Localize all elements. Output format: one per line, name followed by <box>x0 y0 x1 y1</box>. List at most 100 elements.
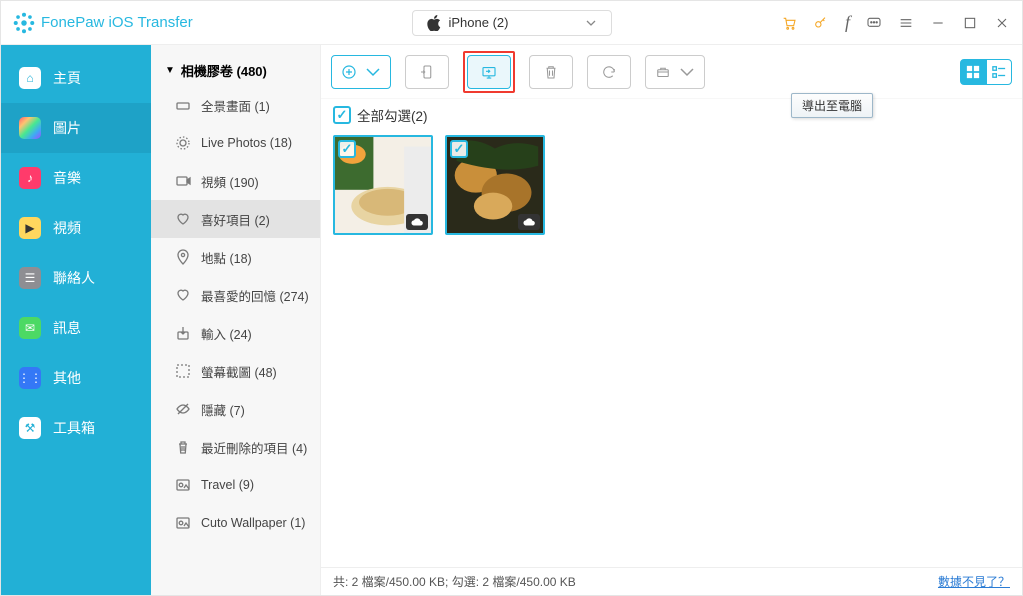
facebook-icon[interactable]: f <box>845 12 850 33</box>
list-view-button[interactable] <box>986 59 1012 85</box>
screenshots-icon <box>175 363 191 379</box>
view-toggle <box>960 59 1012 85</box>
album-item-panorama[interactable]: 全景畫面 (1) <box>151 86 320 124</box>
panorama-icon <box>175 97 191 113</box>
device-selector[interactable]: iPhone (2) <box>412 10 612 36</box>
album-header-label: 相機膠卷 (480) <box>181 61 267 80</box>
close-button[interactable] <box>994 15 1010 31</box>
album-item-label: 輸入 (24) <box>201 324 252 343</box>
sidebar-item-home[interactable]: ⌂主頁 <box>1 53 151 103</box>
sidebar-item-messages[interactable]: ✉ 訊息 <box>1 303 151 353</box>
album-subpanel: ▼ 相機膠卷 (480) 全景畫面 (1) Live Photos (18) 視頻 … <box>151 45 321 595</box>
travel-icon <box>175 477 191 493</box>
app-logo: FonePaw iOS Transfer <box>13 12 193 34</box>
album-item-imports[interactable]: 輸入 (24) <box>151 314 320 352</box>
sidebar-item-label: 聯絡人 <box>53 268 95 288</box>
album-item-screenshots[interactable]: 螢幕截圖 (48) <box>151 352 320 390</box>
messages-icon: ✉ <box>19 317 41 339</box>
thumbnail-item[interactable] <box>333 135 433 235</box>
album-item-hidden[interactable]: 隱藏 (7) <box>151 390 320 428</box>
album-item-label: Cuto Wallpaper (1) <box>201 516 305 530</box>
select-all-checkbox[interactable] <box>333 106 351 124</box>
album-item-label: Travel (9) <box>201 478 254 492</box>
places-icon <box>175 249 191 265</box>
sidebar-item-other[interactable]: ⋮⋮其他 <box>1 353 151 403</box>
album-item-label: 螢幕截圖 (48) <box>201 362 277 381</box>
sidebar-item-label: 工具箱 <box>53 418 95 438</box>
sidebar-item-label: 訊息 <box>53 318 81 338</box>
video-icon: ▶ <box>19 217 41 239</box>
cart-icon[interactable] <box>781 15 797 31</box>
music-icon: ♪ <box>19 167 41 189</box>
device-name: iPhone (2) <box>449 15 509 30</box>
sidebar-item-label: 視頻 <box>53 218 81 238</box>
sidebar-item-label: 主頁 <box>53 68 81 88</box>
sidebar-item-music[interactable]: ♪ 音樂 <box>1 153 151 203</box>
album-item-travel[interactable]: Travel (9) <box>151 466 320 504</box>
album-item-label: 喜好項目 (2) <box>201 210 270 229</box>
album-item-label: 全景畫面 (1) <box>201 96 270 115</box>
chevron-down-icon <box>678 63 696 81</box>
imports-icon <box>175 325 191 341</box>
main-sidebar: ⌂主頁 圖片 ♪ 音樂 ▶ 視頻 ☰聯絡人 ✉ 訊息 ⋮⋮其他 ⚒ 工具箱 <box>1 45 151 595</box>
album-item-favorites[interactable]: 喜好項目 (2) <box>151 200 320 238</box>
album-item-label: Live Photos (18) <box>201 136 292 150</box>
title-actions: f <box>781 12 1010 33</box>
album-item-videos[interactable]: 視頻 (190) <box>151 162 320 200</box>
maximize-button[interactable] <box>962 15 978 31</box>
thumb-checkbox[interactable] <box>450 140 468 158</box>
apple-icon <box>427 15 441 31</box>
thumbnail-item[interactable] <box>445 135 545 235</box>
sidebar-item-contacts[interactable]: ☰聯絡人 <box>1 253 151 303</box>
album-item-places[interactable]: 地點 (18) <box>151 238 320 276</box>
album-item-label: 最近刪除的項目 (4) <box>201 438 307 457</box>
refresh-button[interactable] <box>587 55 631 89</box>
export-to-device-button[interactable] <box>405 55 449 89</box>
livephotos-icon <box>175 135 191 151</box>
select-all-row[interactable]: 全部勾選(2) <box>333 105 1010 125</box>
export-tooltip: 導出至電腦 <box>791 93 873 118</box>
app-title: FonePaw iOS Transfer <box>41 14 193 31</box>
hidden-icon <box>175 401 191 417</box>
status-bar: 共: 2 檔案/450.00 KB; 勾選: 2 檔案/450.00 KB 數據… <box>321 567 1022 595</box>
logo-icon <box>13 12 35 34</box>
caret-down-icon: ▼ <box>165 65 175 76</box>
chevron-down-icon <box>585 17 597 29</box>
album-item-recentlydeleted[interactable]: 最近刪除的項目 (4) <box>151 428 320 466</box>
toolbox-icon: ⚒ <box>19 417 41 439</box>
videos-icon <box>175 173 191 189</box>
add-button[interactable] <box>331 55 391 89</box>
photos-icon <box>19 117 41 139</box>
toolbar: 導出至電腦 <box>321 45 1022 99</box>
help-link[interactable]: 數據不見了？ <box>938 573 1010 590</box>
minimize-button[interactable] <box>930 15 946 31</box>
album-item-label: 隱藏 (7) <box>201 400 245 419</box>
album-item-label: 視頻 (190) <box>201 172 259 191</box>
sidebar-item-label: 圖片 <box>53 118 81 138</box>
album-item-memories[interactable]: 最喜愛的回憶 (274) <box>151 276 320 314</box>
grid-view-button[interactable] <box>960 59 986 85</box>
sidebar-item-photos[interactable]: 圖片 <box>1 103 151 153</box>
delete-button[interactable] <box>529 55 573 89</box>
toolbox-button[interactable] <box>645 55 705 89</box>
sidebar-item-video[interactable]: ▶ 視頻 <box>1 203 151 253</box>
key-icon[interactable] <box>813 15 829 31</box>
cloud-icon <box>518 214 540 230</box>
album-item-label: 最喜愛的回憶 (274) <box>201 286 309 305</box>
album-header[interactable]: ▼ 相機膠卷 (480) <box>151 55 320 86</box>
menu-icon[interactable] <box>898 15 914 31</box>
memories-icon <box>175 287 191 303</box>
cuto-icon <box>175 515 191 531</box>
thumb-checkbox[interactable] <box>338 140 356 158</box>
main-area: 導出至電腦 全部勾選(2) <box>321 45 1022 595</box>
chevron-down-icon <box>364 63 382 81</box>
feedback-icon[interactable] <box>866 15 882 31</box>
sidebar-item-toolbox[interactable]: ⚒ 工具箱 <box>1 403 151 453</box>
export-to-pc-button[interactable] <box>467 55 511 89</box>
album-item-cuto[interactable]: Cuto Wallpaper (1) <box>151 504 320 542</box>
content-area: 全部勾選(2) <box>321 99 1022 567</box>
album-item-livephotos[interactable]: Live Photos (18) <box>151 124 320 162</box>
export-highlight <box>463 51 515 93</box>
sidebar-item-label: 其他 <box>53 368 81 388</box>
sidebar-item-label: 音樂 <box>53 168 81 188</box>
